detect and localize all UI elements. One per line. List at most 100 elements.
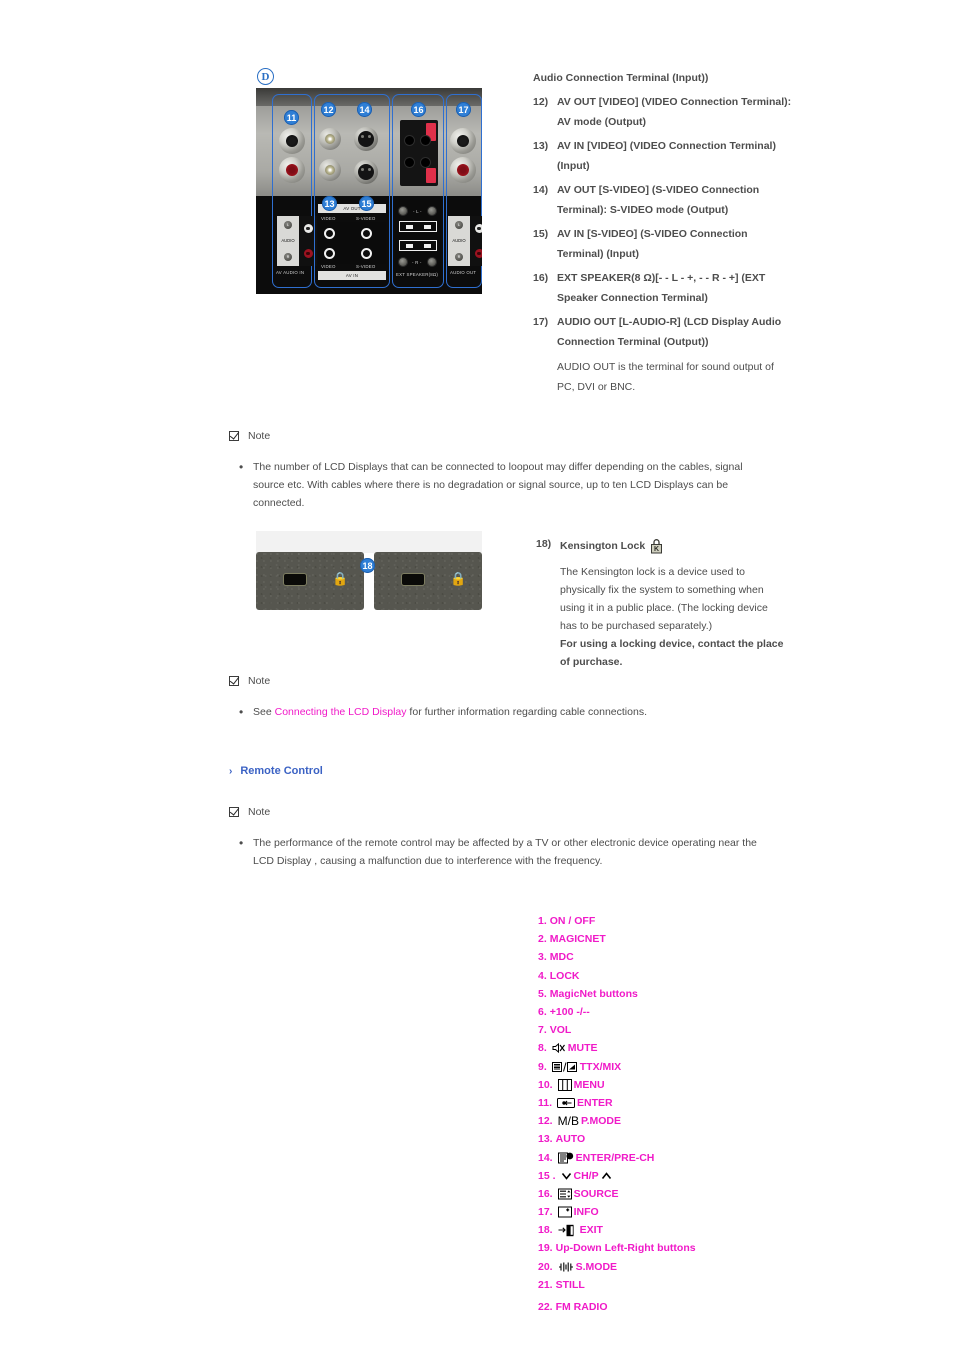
remote-key-index: 11.: [538, 1096, 553, 1109]
callout-badge-11: 11: [284, 110, 299, 125]
remote-key-6: 6. +100 -/--: [538, 1003, 696, 1021]
remote-key-label: MagicNet buttons: [549, 987, 638, 1000]
remote-key-index: 10.: [538, 1078, 553, 1091]
note-block-1: Note • The number of LCD Displays that c…: [229, 430, 789, 512]
remote-key-index: 6.: [538, 1006, 547, 1019]
enter-prech-icon: [557, 1152, 574, 1164]
silk-label-av-audio-in: AV AUDIO IN: [276, 270, 305, 275]
note-block-3: Note • The performance of the remote con…: [229, 806, 789, 870]
audio-out-jack-left: [474, 224, 482, 233]
remote-key-index: 9.: [538, 1060, 547, 1073]
note-heading: Note: [229, 430, 789, 442]
remote-key-19: 19. Up-Down Left-Right buttons: [538, 1239, 696, 1257]
note-label: Note: [248, 675, 271, 687]
terminal-item-16: 16) EXT SPEAKER(8 Ω)[- - L - +, - - R - …: [533, 269, 793, 308]
ext-dot-l2: [428, 207, 436, 215]
remote-key-label: LOCK: [549, 969, 580, 982]
silk-label-video-bottom: VIDEO: [321, 264, 336, 269]
remote-key-1: 1. ON / OFF: [538, 912, 696, 930]
remote-key-label: TTX/MIX: [579, 1060, 622, 1073]
remote-key-index: 22.: [538, 1301, 553, 1314]
source-icon: [557, 1188, 572, 1200]
terminal-description-list: Audio Connection Terminal (Input)) 12) A…: [533, 68, 793, 397]
remote-key-index: 12.: [538, 1115, 553, 1128]
terminal-item-17: 17) AUDIO OUT [L-AUDIO-R] (LCD Display A…: [533, 313, 793, 352]
audio-in-jack-right: [303, 249, 313, 258]
remote-key-10: 10. MENU: [538, 1076, 696, 1094]
remote-key-5: 5. MagicNet buttons: [538, 985, 696, 1003]
speaker-hole-3: [405, 158, 414, 167]
terminal-item-text: AV OUT [S-VIDEO] (S-VIDEO Connection Ter…: [557, 184, 760, 216]
connecting-lcd-display-link[interactable]: Connecting the LCD Display: [275, 706, 407, 718]
bullet-icon: •: [239, 836, 244, 850]
mb-icon: M/B: [557, 1114, 579, 1129]
note-heading: Note: [229, 806, 789, 818]
speaker-hole-1: [405, 136, 414, 145]
terminal-item-number: 17): [533, 316, 549, 328]
kensington-item-number: 18): [536, 538, 552, 550]
remote-key-16: 16. SOURCE: [538, 1185, 696, 1203]
ttx-mix-icon: [551, 1061, 578, 1073]
remote-key-index: 13.: [538, 1133, 553, 1146]
remote-key-18: 18. EXIT: [538, 1221, 696, 1239]
ext-speaker-terminal-block: [400, 120, 438, 186]
ring-av-in-video: [324, 248, 335, 259]
audio-out-left-dot: L: [455, 220, 463, 229]
note-heading: Note: [229, 675, 789, 687]
kensington-slot-right: [402, 574, 424, 585]
bullet-icon: •: [239, 460, 244, 474]
remote-key-index: 21.: [538, 1278, 553, 1291]
remote-key-label: ON / OFF: [549, 915, 596, 928]
remote-key-label: MENU: [573, 1078, 605, 1091]
remote-key-3: 3. MDC: [538, 948, 696, 966]
note-block-2: Note • See Connecting the LCD Display fo…: [229, 675, 789, 721]
remote-key-label: CH/P: [573, 1169, 599, 1182]
audio-out-jack-right: [474, 249, 482, 258]
note-text-before: See: [253, 706, 275, 718]
remote-key-label: ENTER: [577, 1096, 613, 1109]
remote-key-12: 12. M/B P.MODE: [538, 1112, 696, 1130]
remote-key-index: 19.: [538, 1242, 553, 1255]
remote-key-index: 2.: [538, 933, 547, 946]
remote-key-label: +100 -/--: [549, 1006, 590, 1019]
callout-badge-16: 16: [411, 102, 426, 117]
note-body: • The number of LCD Displays that can be…: [239, 458, 789, 512]
terminal-item-text: AUDIO OUT [L-AUDIO-R] (LCD Display Audio…: [557, 316, 782, 348]
remote-key-index: 3.: [538, 951, 547, 964]
terminal-item-text: AV OUT [VIDEO] (VIDEO Connection Termina…: [557, 96, 792, 128]
remote-key-label: MAGICNET: [549, 933, 606, 946]
silk-label-ext-speaker: EXT SPEAKER(8Ω): [396, 272, 439, 277]
svg-text:K: K: [654, 546, 659, 553]
note-text: The number of LCD Displays that can be c…: [253, 461, 743, 509]
av-audio-in-block: L AUDIO R: [277, 216, 317, 266]
silk-label-audio-out: AUDIO OUT: [450, 270, 477, 275]
audio-out-right-dot: R: [455, 253, 463, 262]
note-label: Note: [248, 430, 271, 442]
remote-key-4: 4. LOCK: [538, 967, 696, 985]
remote-key-8: 8. MUTE: [538, 1039, 696, 1057]
ext-speaker-terminal-left: [399, 221, 437, 232]
remote-key-index: 1.: [538, 915, 547, 928]
remote-key-label: P.MODE: [580, 1115, 622, 1128]
note-body: • The performance of the remote control …: [239, 834, 789, 870]
terminal-item-text: AV IN [S-VIDEO] (S-VIDEO Connection Term…: [557, 228, 748, 260]
ring-av-out-video: [324, 228, 335, 239]
remote-control-heading-title: Remote Control: [240, 765, 323, 777]
callout-badge-15: 15: [359, 196, 374, 211]
kensington-lock-icon: K: [649, 538, 664, 554]
ring-av-in-svideo: [361, 248, 372, 259]
svideo-jack-av-out: [354, 127, 378, 151]
audio-out-block: L AUDIO R: [448, 216, 482, 266]
terminal-item-14: 14) AV OUT [S-VIDEO] (S-VIDEO Connection…: [533, 181, 793, 220]
chevron-up-icon: [601, 1171, 612, 1181]
terminal-item-number: 16): [533, 272, 549, 284]
callout-badge-14: 14: [357, 102, 372, 117]
remote-key-label: S.MODE: [575, 1260, 618, 1273]
speaker-red-clip-bottom: [426, 168, 436, 183]
terminal-item-15: 15) AV IN [S-VIDEO] (S-VIDEO Connection …: [533, 225, 793, 264]
note-label: Note: [248, 806, 271, 818]
remote-key-index: 20.: [538, 1260, 553, 1273]
enter-icon: [557, 1097, 576, 1109]
section-e-photo-backdrop: [256, 531, 482, 553]
rca-jack-av-audio-in-red: [279, 157, 305, 183]
